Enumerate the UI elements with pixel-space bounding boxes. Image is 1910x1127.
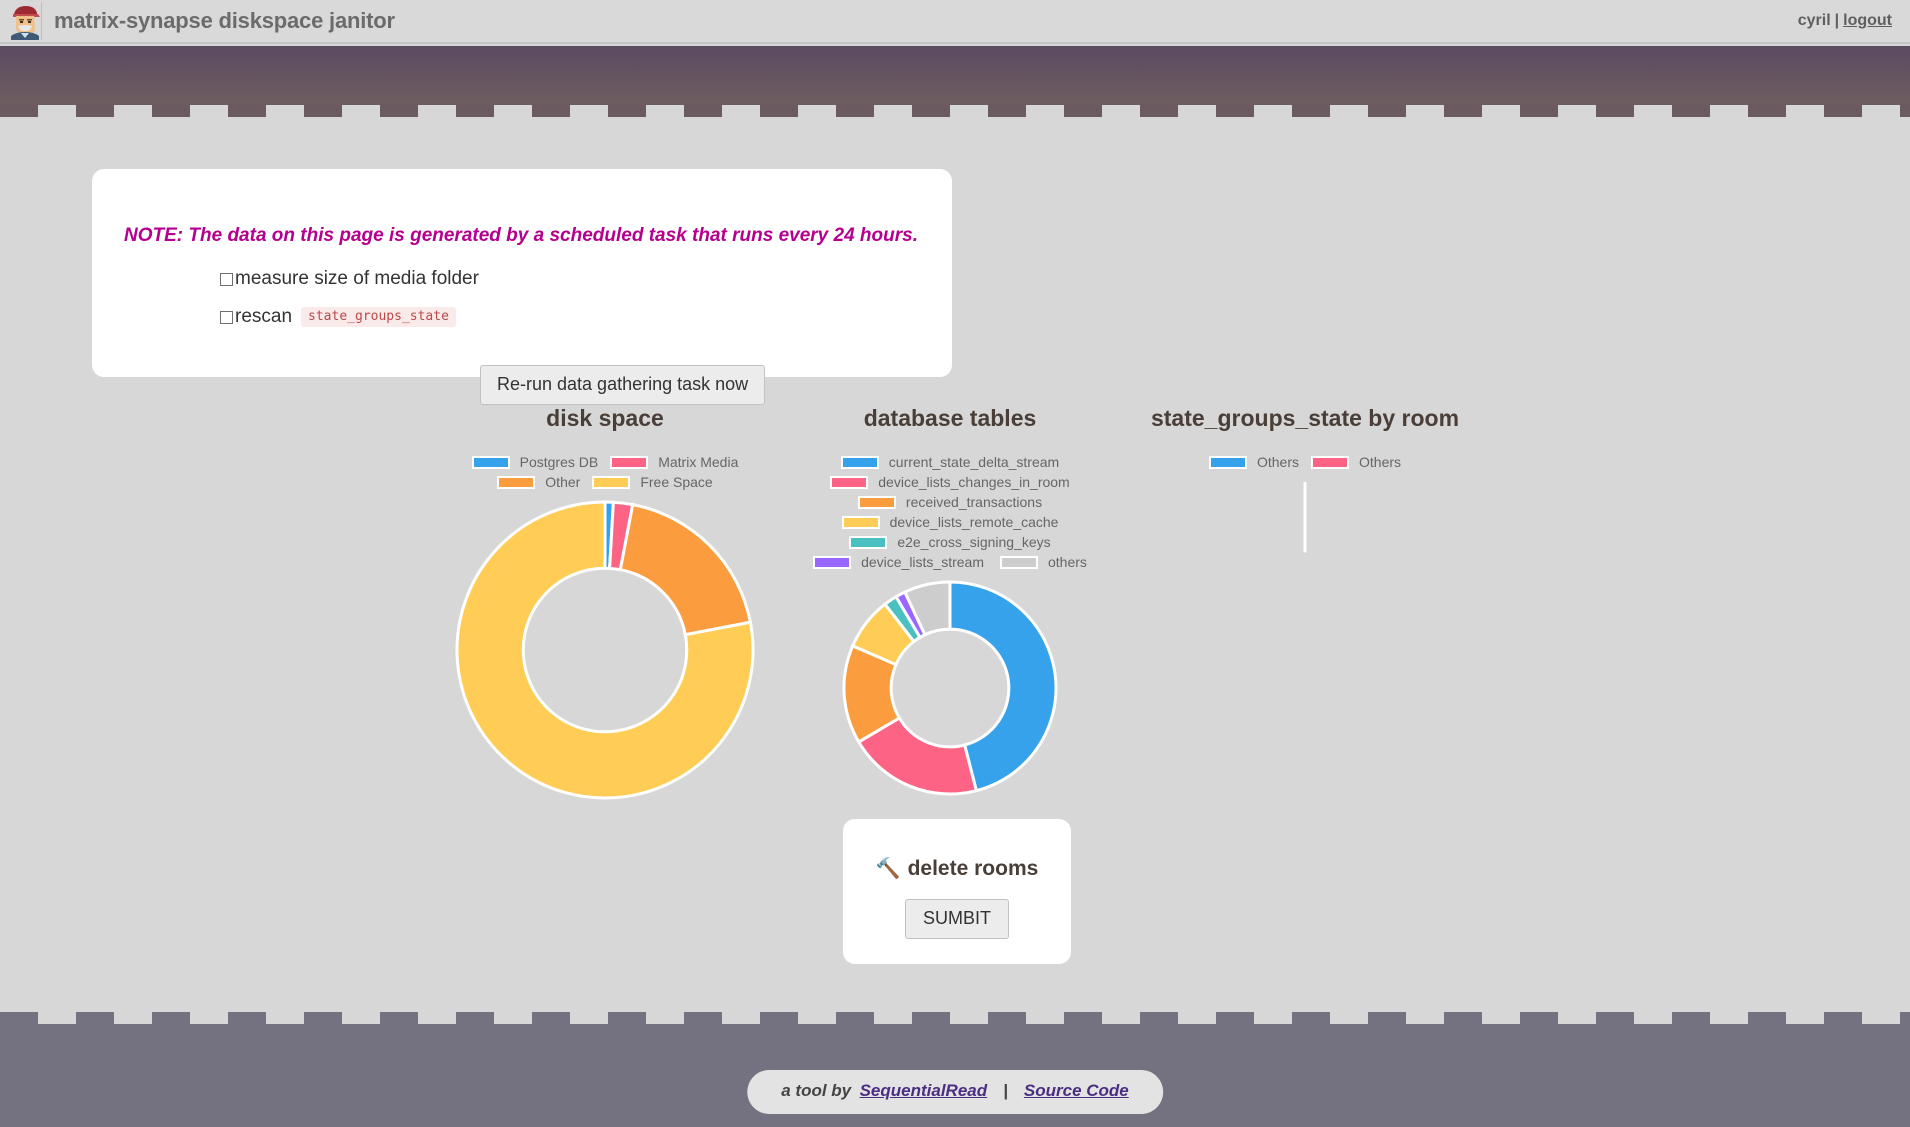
legend-label: Free Space [640, 474, 713, 490]
footer-prefix: a tool by [781, 1081, 852, 1100]
footer-pill: a tool by SequentialRead | Source Code [747, 1070, 1163, 1114]
legend-item[interactable]: Others [1311, 454, 1401, 470]
page-title: matrix-synapse diskspace janitor [54, 8, 395, 33]
legend-item[interactable]: e2e_cross_signing_keys [849, 534, 1051, 550]
chart-title-database-tables: database tables [863, 405, 1037, 431]
legend-label: Others [1359, 454, 1402, 470]
legend-swatch-icon [497, 475, 536, 489]
legend-swatch-icon [813, 555, 852, 569]
brand: matrix-synapse diskspace janitor [0, 2, 395, 40]
legend-label: e2e_cross_signing_keys [897, 534, 1051, 550]
delete-rooms-title-label: delete rooms [907, 857, 1039, 880]
measure-media-label: measure size of media folder [235, 268, 479, 289]
legend-label: device_lists_remote_cache [889, 514, 1059, 530]
legend-row: device_lists_stream others [813, 554, 1087, 570]
legend-swatch-icon [857, 495, 896, 509]
hammer-icon: 🔨 [875, 858, 901, 880]
main-content: NOTE: The data on this page is generated… [0, 117, 1910, 1015]
legend-database-tables: current_state_delta_stream device_lists_c… [800, 454, 1100, 570]
legend-swatch-icon [849, 535, 888, 549]
legend-item[interactable]: Other [497, 474, 580, 490]
legend-swatch-icon [1208, 455, 1247, 469]
donut-disk-space [455, 500, 755, 800]
top-bar: matrix-synapse diskspace janitor cyril | l… [0, 0, 1910, 44]
donut-state-groups-state [1146, 480, 1464, 798]
legend-item[interactable]: received_transactions [857, 494, 1043, 510]
note-card: NOTE: The data on this page is generated… [92, 169, 952, 405]
rescan-label: rescan [235, 306, 293, 327]
delete-rooms-card: 🔨 delete rooms SUMBIT [843, 819, 1071, 964]
chart-title-disk-space: disk space [546, 405, 664, 431]
username-label: cyril [1797, 12, 1831, 29]
legend-item[interactable]: others [1000, 554, 1087, 570]
user-box: cyril | logout [1798, 12, 1910, 30]
rerun-task-button[interactable]: Re-run data gathering task now [480, 365, 766, 405]
measure-media-row: measure size of media folder [220, 268, 479, 290]
legend-item[interactable]: Postgres DB [471, 454, 599, 470]
legend-item[interactable]: Free Space [592, 474, 713, 490]
rescan-checkbox[interactable] [220, 310, 233, 324]
user-separator: | [1834, 12, 1840, 29]
legend-label: Other [545, 474, 581, 490]
janitor-avatar-icon [8, 2, 42, 40]
legend-label: Others [1256, 454, 1299, 470]
logout-link[interactable]: logout [1843, 12, 1892, 29]
legend-label: received_transactions [905, 494, 1043, 510]
legend-swatch-icon [830, 475, 869, 489]
footer-source-link[interactable]: Source Code [1024, 1081, 1129, 1101]
legend-label: device_lists_changes_in_room [878, 474, 1070, 490]
chart-database-tables: database tables current_state_delta_stre… [800, 405, 1100, 796]
legend-label: Matrix Media [658, 454, 739, 470]
measure-media-checkbox[interactable] [220, 272, 233, 286]
legend-swatch-icon [1311, 455, 1349, 469]
legend-label: others [1048, 554, 1087, 570]
legend-item[interactable]: current_state_delta_stream [840, 454, 1060, 470]
banner [0, 46, 1910, 105]
legend-swatch-icon [840, 455, 879, 469]
legend-label: current_state_delta_stream [888, 454, 1060, 470]
chart-disk-space: disk space Postgres DB Matrix Media Other F… [450, 405, 760, 800]
chart-title-state-groups-state: state_groups_state by room [1150, 405, 1460, 431]
legend-swatch-icon [592, 475, 631, 489]
legend-item[interactable]: Matrix Media [610, 454, 738, 470]
footer-separator: | [1003, 1081, 1008, 1100]
delete-rooms-title: 🔨 delete rooms [876, 857, 1039, 881]
legend-disk-space: Postgres DB Matrix Media Other Free Space [450, 454, 760, 490]
legend-swatch-icon [1000, 555, 1038, 569]
banner-dashed-edge [0, 105, 1910, 117]
legend-label: Postgres DB [519, 454, 599, 470]
legend-item[interactable]: device_lists_changes_in_room [830, 474, 1070, 490]
legend-swatch-icon [471, 455, 510, 469]
rescan-table-code: state_groups_state [301, 307, 456, 327]
rescan-row: rescan state_groups_state [220, 306, 456, 328]
footer-dashed-edge [0, 1012, 1910, 1024]
footer: a tool by SequentialRead | Source Code [0, 1024, 1910, 1127]
chart-state-groups-state: state_groups_state by room Others Others [1120, 405, 1490, 798]
legend-item[interactable]: device_lists_stream [813, 554, 984, 570]
delete-rooms-submit-button[interactable]: SUMBIT [904, 899, 1009, 939]
legend-state-groups-state: Others Others [1120, 454, 1490, 470]
legend-item[interactable]: device_lists_remote_cache [841, 514, 1059, 530]
legend-swatch-icon [841, 515, 880, 529]
donut-slice[interactable] [618, 502, 753, 637]
note-text: NOTE: The data on this page is generated… [124, 225, 918, 246]
footer-author-link[interactable]: SequentialRead [860, 1081, 988, 1101]
legend-item[interactable]: Others [1208, 454, 1299, 470]
legend-label: device_lists_stream [861, 554, 984, 570]
legend-swatch-icon [610, 455, 649, 469]
donut-database-tables [842, 580, 1058, 796]
